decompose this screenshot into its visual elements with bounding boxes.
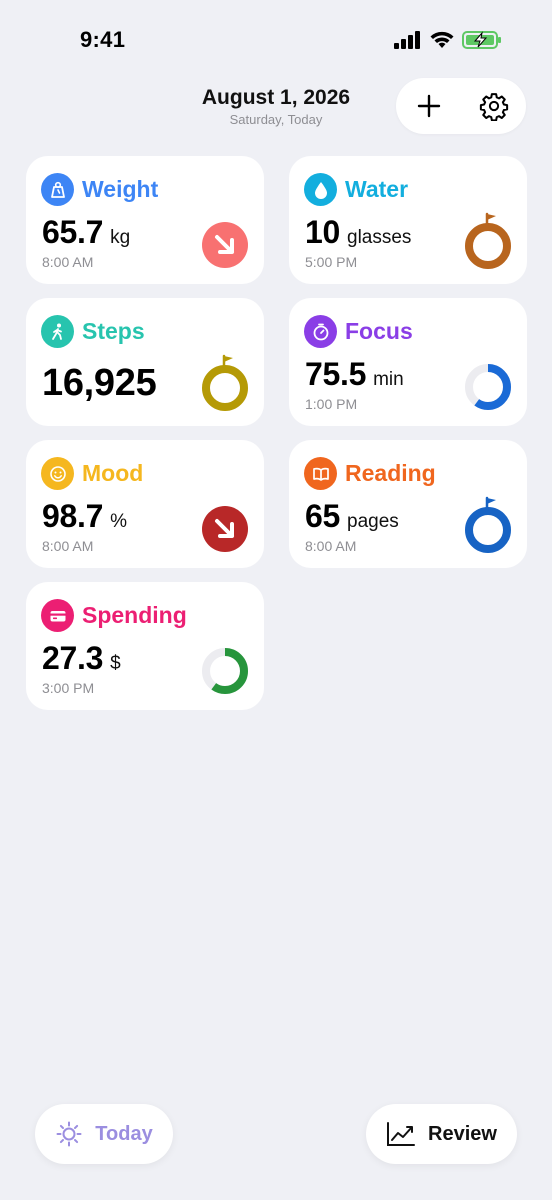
weight-card[interactable]: Weight 65.7 kg 8:00 AM	[26, 156, 264, 284]
reading-card[interactable]: Reading 65 pages 8:00 AM	[289, 440, 527, 568]
credit-card-icon	[41, 599, 74, 632]
status-icons	[394, 30, 502, 50]
trend-down-icon	[202, 506, 248, 552]
goal-flag-ring-icon	[465, 212, 511, 269]
card-time: 8:00 AM	[305, 538, 357, 554]
battery-charging-icon	[462, 31, 501, 49]
card-title: Mood	[82, 460, 144, 486]
scale-icon	[41, 173, 74, 206]
card-unit: glasses	[347, 227, 412, 248]
card-unit: %	[110, 511, 127, 532]
card-title: Focus	[345, 318, 413, 344]
card-title: Weight	[82, 176, 159, 202]
signal-icon	[394, 31, 420, 49]
gear-icon	[479, 93, 508, 121]
card-time: 1:00 PM	[305, 396, 358, 412]
smile-icon	[41, 457, 74, 490]
card-unit: min	[373, 369, 404, 390]
card-value: 27.3	[42, 640, 104, 676]
mood-card[interactable]: Mood 98.7 % 8:00 AM	[26, 440, 264, 568]
goal-flag-ring-icon	[465, 496, 511, 553]
card-unit: $	[110, 653, 121, 674]
spending-card[interactable]: Spending 27.3 $ 3:00 PM	[26, 582, 264, 710]
status-time: 9:41	[80, 27, 126, 52]
water-card[interactable]: Water 10 glasses 5:00 PM	[289, 156, 527, 284]
card-time: 5:00 PM	[305, 254, 358, 270]
add-button[interactable]	[407, 84, 451, 128]
card-time: 8:00 AM	[42, 538, 94, 554]
card-unit: kg	[110, 227, 131, 248]
card-title: Water	[345, 176, 409, 202]
today-tab[interactable]: Today	[35, 1104, 173, 1164]
card-value: 65	[305, 498, 340, 534]
card-value: 16,925	[42, 362, 157, 404]
steps-card[interactable]: Steps 16,925	[26, 298, 264, 426]
focus-card[interactable]: Focus 75.5 min 1:00 PM	[289, 298, 527, 426]
card-title: Steps	[82, 318, 145, 344]
card-time: 8:00 AM	[42, 254, 94, 270]
review-tab-label: Review	[428, 1122, 497, 1145]
progress-ring-icon	[465, 364, 511, 410]
plus-icon	[417, 94, 440, 118]
sun-icon	[56, 1121, 82, 1147]
card-title: Reading	[345, 460, 436, 486]
timer-icon	[304, 315, 337, 348]
book-icon	[304, 457, 337, 490]
card-value: 98.7	[42, 498, 104, 534]
settings-button[interactable]	[472, 84, 516, 128]
review-tab[interactable]: Review	[366, 1104, 517, 1164]
progress-ring-icon	[202, 648, 248, 694]
card-value: 75.5	[305, 356, 367, 392]
header-actions	[396, 78, 526, 134]
chart-trend-icon	[387, 1122, 416, 1146]
card-value: 10	[305, 214, 340, 250]
status-bar: 9:41	[0, 0, 552, 80]
trend-down-icon	[202, 222, 248, 268]
wifi-icon	[430, 31, 454, 48]
water-drop-icon	[304, 173, 337, 206]
today-tab-label: Today	[95, 1122, 153, 1145]
card-unit: pages	[347, 511, 399, 532]
card-value: 65.7	[42, 214, 104, 250]
card-time: 3:00 PM	[42, 680, 95, 696]
goal-flag-ring-icon	[202, 354, 248, 411]
card-title: Spending	[82, 602, 187, 628]
walking-icon	[41, 315, 74, 348]
